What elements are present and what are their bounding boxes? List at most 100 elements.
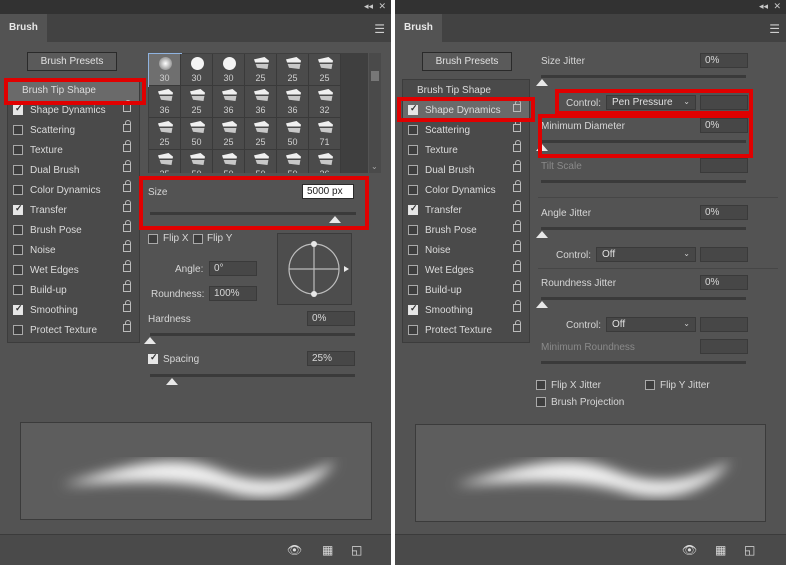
brush-projection-checkbox[interactable] bbox=[536, 397, 546, 407]
close-icon[interactable]: ✕ bbox=[773, 1, 781, 12]
hardness-slider-track[interactable] bbox=[150, 333, 355, 336]
flip-x-checkbox[interactable] bbox=[148, 234, 158, 244]
collapse-icon[interactable]: ◂◂ bbox=[759, 1, 768, 12]
brush-tip-cell[interactable]: 36 bbox=[245, 86, 277, 118]
settings-item-protect-texture[interactable]: Protect Texture bbox=[403, 320, 529, 341]
settings-item-checkbox[interactable] bbox=[408, 285, 418, 295]
flip-y-checkbox[interactable] bbox=[193, 234, 203, 244]
roundness-jitter-field[interactable]: 0% bbox=[700, 275, 748, 290]
lock-icon[interactable] bbox=[123, 140, 131, 152]
lock-icon[interactable] bbox=[513, 280, 521, 292]
scroll-down-icon[interactable]: ⌄ bbox=[371, 162, 378, 171]
new-brush-icon[interactable]: ◱ bbox=[351, 543, 362, 557]
settings-item-dual-brush[interactable]: Dual Brush bbox=[8, 160, 139, 181]
spacing-field[interactable]: 25% bbox=[307, 351, 355, 366]
angle-jitter-slider-track[interactable] bbox=[541, 227, 746, 230]
brush-tip-cell[interactable]: 30 bbox=[148, 53, 182, 87]
settings-item-checkbox[interactable] bbox=[408, 225, 418, 235]
flip-x-jitter-checkbox[interactable] bbox=[536, 380, 546, 390]
brush-tip-cell[interactable]: 25 bbox=[277, 54, 309, 86]
new-brush-icon[interactable]: ◱ bbox=[744, 543, 755, 557]
panel-menu-icon[interactable]: ☰ bbox=[769, 22, 780, 36]
settings-item-checkbox[interactable] bbox=[13, 185, 23, 195]
spacing-checkbox[interactable] bbox=[148, 352, 158, 364]
roundness-jitter-slider-track[interactable] bbox=[541, 297, 746, 300]
brush-tip-cell[interactable]: 36 bbox=[213, 86, 245, 118]
roundness-jitter-control-select[interactable]: Off ⌄ bbox=[606, 317, 696, 332]
brush-presets-button[interactable]: Brush Presets bbox=[27, 52, 117, 71]
brush-tip-cell[interactable]: 25 bbox=[149, 150, 181, 173]
lock-icon[interactable] bbox=[513, 220, 521, 232]
settings-item-build-up[interactable]: Build-up bbox=[8, 280, 139, 301]
collapse-icon[interactable]: ◂◂ bbox=[364, 1, 373, 12]
lock-icon[interactable] bbox=[513, 120, 521, 132]
lock-icon[interactable] bbox=[513, 320, 521, 332]
settings-item-checkbox[interactable] bbox=[408, 203, 418, 215]
settings-item-noise[interactable]: Noise bbox=[8, 240, 139, 261]
settings-item-color-dynamics[interactable]: Color Dynamics bbox=[8, 180, 139, 201]
brush-tip-cell[interactable]: 25 bbox=[245, 54, 277, 86]
grid-scrollbar[interactable]: ⌄ bbox=[369, 53, 381, 173]
lock-icon[interactable] bbox=[513, 180, 521, 192]
brush-tip-cell[interactable]: 50 bbox=[277, 118, 309, 150]
lock-icon[interactable] bbox=[513, 240, 521, 252]
close-icon[interactable]: ✕ bbox=[378, 1, 386, 12]
brush-tip-grid[interactable]: 3030302525253625363636322550252550712550… bbox=[148, 53, 368, 173]
settings-item-texture[interactable]: Texture bbox=[403, 140, 529, 161]
settings-item-checkbox[interactable] bbox=[408, 145, 418, 155]
brush-tip-cell[interactable]: 30 bbox=[213, 54, 245, 86]
brush-tip-cell[interactable]: 50 bbox=[213, 150, 245, 173]
settings-item-checkbox[interactable] bbox=[13, 265, 23, 275]
brush-tip-cell[interactable]: 71 bbox=[309, 118, 341, 150]
grid-icon[interactable]: ▦ bbox=[715, 543, 726, 557]
settings-item-checkbox[interactable] bbox=[13, 303, 23, 315]
settings-item-scattering[interactable]: Scattering bbox=[8, 120, 139, 141]
settings-item-checkbox[interactable] bbox=[408, 245, 418, 255]
brush-tip-cell[interactable]: 25 bbox=[245, 118, 277, 150]
lock-icon[interactable] bbox=[513, 140, 521, 152]
lock-icon[interactable] bbox=[123, 180, 131, 192]
lock-icon[interactable] bbox=[123, 100, 131, 112]
brush-tip-cell[interactable]: 50 bbox=[277, 150, 309, 173]
settings-item-build-up[interactable]: Build-up bbox=[403, 280, 529, 301]
lock-icon[interactable] bbox=[513, 260, 521, 272]
brush-tip-cell[interactable]: 25 bbox=[309, 54, 341, 86]
brush-tip-cell[interactable]: 50 bbox=[181, 150, 213, 173]
brush-tip-cell[interactable]: 30 bbox=[181, 54, 213, 86]
angle-field[interactable]: 0° bbox=[209, 261, 257, 276]
settings-item-smoothing[interactable]: Smoothing bbox=[8, 300, 139, 321]
lock-icon[interactable] bbox=[123, 260, 131, 272]
angle-roundness-widget[interactable] bbox=[277, 233, 352, 305]
settings-item-checkbox[interactable] bbox=[408, 165, 418, 175]
settings-item-checkbox[interactable] bbox=[13, 125, 23, 135]
settings-item-checkbox[interactable] bbox=[408, 303, 418, 315]
settings-item-scattering[interactable]: Scattering bbox=[403, 120, 529, 141]
angle-jitter-field[interactable]: 0% bbox=[700, 205, 748, 220]
settings-item-checkbox[interactable] bbox=[13, 165, 23, 175]
lock-icon[interactable] bbox=[123, 320, 131, 332]
brush-tip-cell[interactable]: 25 bbox=[149, 118, 181, 150]
brush-tip-cell[interactable]: 36 bbox=[277, 86, 309, 118]
roundness-field[interactable]: 100% bbox=[209, 286, 257, 301]
lock-icon[interactable] bbox=[123, 280, 131, 292]
brush-tip-cell[interactable]: 36 bbox=[149, 86, 181, 118]
roundness-jitter-control-amount[interactable] bbox=[700, 317, 748, 332]
settings-item-checkbox[interactable] bbox=[13, 285, 23, 295]
settings-item-checkbox[interactable] bbox=[408, 325, 418, 335]
lock-icon[interactable] bbox=[513, 160, 521, 172]
settings-item-dual-brush[interactable]: Dual Brush bbox=[403, 160, 529, 181]
settings-item-checkbox[interactable] bbox=[408, 185, 418, 195]
settings-item-noise[interactable]: Noise bbox=[403, 240, 529, 261]
settings-item-brush-pose[interactable]: Brush Pose bbox=[8, 220, 139, 241]
lock-icon[interactable] bbox=[123, 220, 131, 232]
settings-item-wet-edges[interactable]: Wet Edges bbox=[403, 260, 529, 281]
size-jitter-slider-track[interactable] bbox=[541, 75, 746, 78]
lock-icon[interactable] bbox=[123, 160, 131, 172]
grid-icon[interactable]: ▦ bbox=[322, 543, 333, 557]
lock-icon[interactable] bbox=[123, 120, 131, 132]
brush-tip-cell[interactable]: 32 bbox=[309, 86, 341, 118]
angle-jitter-control-select[interactable]: Off ⌄ bbox=[596, 247, 696, 262]
lock-icon[interactable] bbox=[513, 300, 521, 312]
settings-item-protect-texture[interactable]: Protect Texture bbox=[8, 320, 139, 341]
settings-item-checkbox[interactable] bbox=[408, 125, 418, 135]
